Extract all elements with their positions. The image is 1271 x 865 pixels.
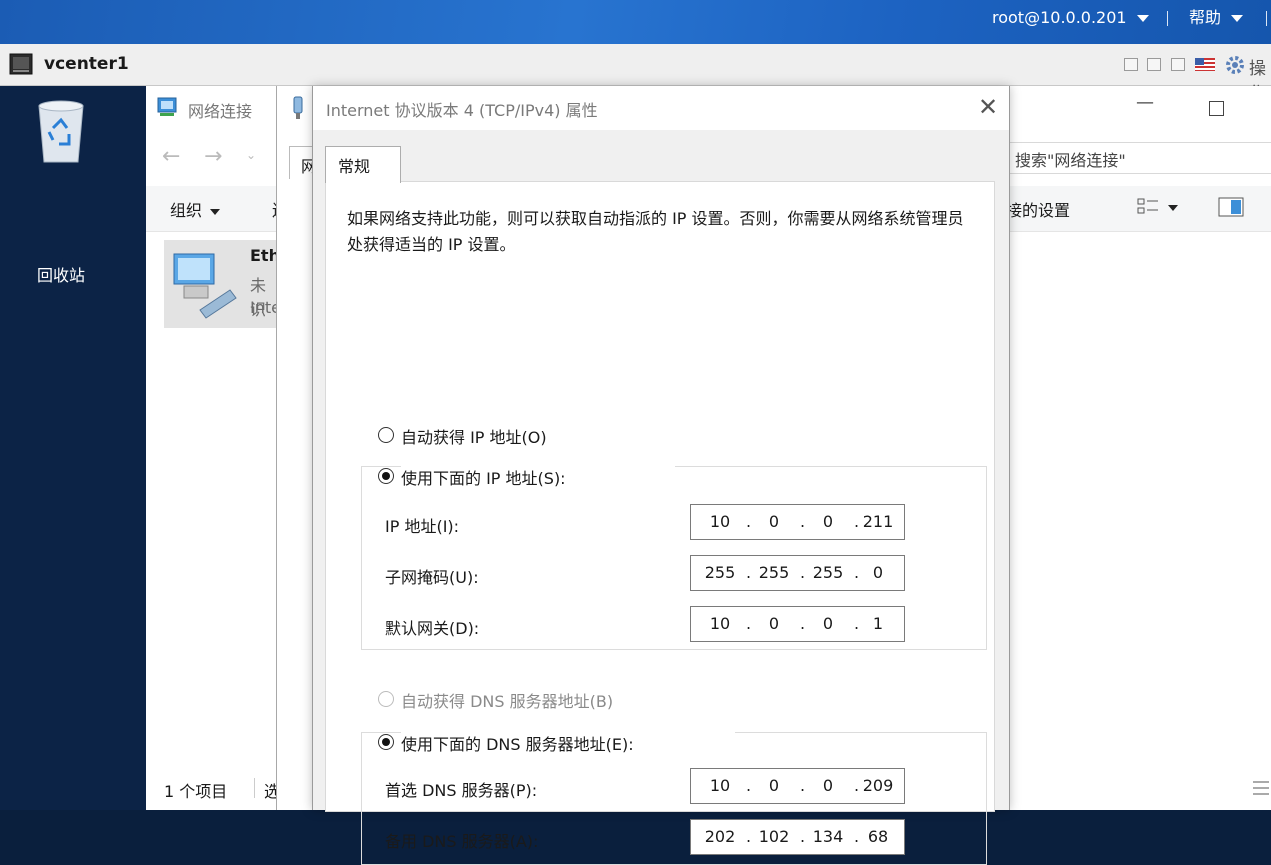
preview-pane-icon[interactable]	[1218, 197, 1244, 217]
octet: 0	[822, 614, 834, 633]
octet: 1	[872, 614, 884, 633]
back-arrow-icon[interactable]: ←	[162, 144, 180, 169]
gear-icon[interactable]	[1224, 54, 1246, 76]
change-settings-button[interactable]: 接的设置	[1006, 197, 1070, 221]
help-menu[interactable]: 帮助	[1189, 0, 1244, 36]
organize-label: 组织	[170, 201, 203, 220]
window-title: 网络连接	[188, 102, 253, 121]
details-view-icon[interactable]	[1251, 778, 1271, 798]
ipv4-properties-dialog: Internet 协议版本 4 (TCP/IPv4) 属性 ✕ 常规 如果网络支…	[312, 86, 1010, 865]
divider	[254, 778, 255, 798]
adapter-properties-dialog: 网	[276, 86, 317, 810]
tab-general-label: 常规	[338, 157, 371, 176]
manual-ip-label[interactable]: 使用下面的 IP 地址(S):	[401, 465, 675, 489]
close-icon[interactable]: ✕	[971, 90, 1005, 124]
forward-arrow-icon[interactable]: →	[204, 144, 222, 169]
octet: 0	[768, 614, 780, 633]
octet: 10	[709, 614, 731, 633]
manual-dns-label[interactable]: 使用下面的 DNS 服务器地址(E):	[401, 731, 735, 755]
octet: 0	[872, 563, 884, 582]
preferred-dns-label: 首选 DNS 服务器(P):	[385, 781, 538, 800]
auto-ip-label[interactable]: 自动获得 IP 地址(O)	[401, 424, 551, 448]
vsphere-top-bar: root@10.0.0.201 帮助	[0, 0, 1271, 44]
octet: 255	[758, 563, 790, 582]
chevron-down-icon	[210, 208, 221, 215]
network-adapter-icon	[173, 253, 237, 319]
dialog-title-bar: Internet 协议版本 4 (TCP/IPv4) 属性 ✕	[313, 86, 1009, 130]
item-count: 1 个项目	[164, 782, 228, 801]
manual-ip-radio[interactable]	[378, 468, 394, 484]
ethernet-adapter-item[interactable]: Eth 未识 Inte	[164, 240, 281, 328]
octet: 202	[704, 827, 736, 846]
network-folder-icon	[157, 97, 177, 116]
octet: 211	[862, 512, 894, 531]
organize-button[interactable]: 组织	[170, 197, 221, 221]
preferred-dns-field[interactable]: 10. 0. 0. 209	[690, 768, 905, 804]
ip-address-label: IP 地址(I):	[385, 517, 460, 536]
help-label: 帮助	[1189, 8, 1222, 27]
gateway-label: 默认网关(D):	[385, 619, 480, 638]
search-input[interactable]: 搜索"网络连接"	[1008, 142, 1271, 174]
dialog-title: Internet 协议版本 4 (TCP/IPv4) 属性	[326, 101, 598, 120]
ip-address-field[interactable]: 10. 0. 0. 211	[690, 504, 905, 540]
subnet-mask-label: 子网掩码(U):	[385, 568, 479, 587]
recycle-bin-label: 回收站	[36, 266, 85, 285]
octet: 0	[768, 776, 780, 795]
vm-console-bar: vcenter1 操作	[0, 44, 1271, 104]
divider	[1167, 11, 1168, 26]
search-placeholder: 搜索"网络连接"	[1015, 151, 1126, 170]
chevron-down-icon	[1231, 15, 1244, 22]
octet: 10	[709, 512, 731, 531]
user-name: root@10.0.0.201	[992, 8, 1127, 27]
fullscreen-icon[interactable]	[1171, 58, 1185, 71]
octet: 0	[768, 512, 780, 531]
adapter-icon	[293, 96, 303, 119]
view-options-icon[interactable]	[1136, 196, 1160, 218]
octet: 68	[867, 827, 889, 846]
subnet-mask-field[interactable]: 255. 255. 255. 0	[690, 555, 905, 591]
alternate-dns-field[interactable]: 202. 102. 134. 68	[690, 819, 905, 855]
chevron-down-icon[interactable]	[1168, 205, 1178, 211]
alternate-dns-label: 备用 DNS 服务器(A):	[385, 832, 539, 851]
minimize-icon[interactable]: —	[1136, 92, 1154, 113]
octet: 10	[709, 776, 731, 795]
tab-general[interactable]: 常规	[325, 146, 401, 183]
vm-name: vcenter1	[44, 54, 129, 74]
octet: 0	[822, 512, 834, 531]
console-icon	[9, 53, 33, 75]
manual-dns-radio[interactable]	[378, 734, 394, 750]
divider	[1266, 11, 1267, 26]
octet: 0	[822, 776, 834, 795]
octet: 209	[862, 776, 894, 795]
octet: 255	[704, 563, 736, 582]
general-tab-panel: 如果网络支持此功能，则可以获取自动指派的 IP 设置。否则，你需要从网络系统管理…	[325, 181, 995, 865]
gateway-field[interactable]: 10. 0. 0. 1	[690, 606, 905, 642]
octet: 134	[812, 827, 844, 846]
minimize-console-icon[interactable]	[1124, 58, 1138, 71]
auto-dns-label: 自动获得 DNS 服务器地址(B)	[401, 688, 618, 712]
octet: 102	[758, 827, 790, 846]
description-text: 如果网络支持此功能，则可以获取自动指派的 IP 设置。否则，你需要从网络系统管理…	[347, 209, 964, 254]
auto-dns-radio	[378, 691, 394, 707]
user-menu[interactable]: root@10.0.0.201	[992, 0, 1149, 36]
recent-dropdown-icon[interactable]: ⌄	[246, 148, 256, 162]
flag-icon[interactable]	[1195, 58, 1215, 71]
chevron-down-icon	[1136, 15, 1149, 22]
recycle-bin-icon[interactable]	[33, 98, 89, 164]
auto-ip-radio[interactable]	[378, 427, 394, 443]
octet: 255	[812, 563, 844, 582]
maximize-icon[interactable]	[1209, 101, 1224, 116]
restore-console-icon[interactable]	[1147, 58, 1161, 71]
